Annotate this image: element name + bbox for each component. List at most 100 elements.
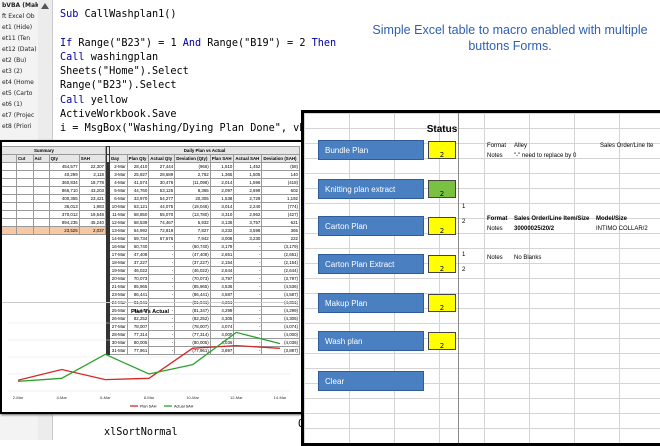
table-cell: 44,760 xyxy=(126,186,150,195)
table-cell: 11-Mar xyxy=(109,210,128,219)
table-cell xyxy=(32,202,50,211)
code-line[interactable]: Sub CallWashplan1() xyxy=(60,8,440,22)
table-cell: 2,644 xyxy=(209,266,235,275)
note-text: "-" need to replace by 0 xyxy=(514,153,577,159)
table-cell: 22,307 xyxy=(78,162,107,171)
status-header: Status xyxy=(426,124,458,135)
summary-title: Summary xyxy=(2,146,106,155)
code-line[interactable]: Call yellow xyxy=(60,94,440,108)
macro-button-wash-plan[interactable]: Wash plan xyxy=(318,331,424,351)
daily-header: Actual SAH xyxy=(233,154,263,163)
project-item[interactable]: et6 (1) xyxy=(0,99,38,110)
x-tick-label: 2-Mar xyxy=(13,395,24,400)
table-cell xyxy=(32,162,50,171)
daily-header: Plan Qty xyxy=(126,154,150,163)
sales-order-header: Sales Order/Line Item/Size xyxy=(514,216,590,222)
table-cell: 68,850 xyxy=(126,210,150,219)
table-cell: (2,644) xyxy=(261,266,300,275)
project-item[interactable]: et3 (2) xyxy=(0,66,38,77)
table-cell: 70,073 xyxy=(126,274,150,283)
sheet-grid xyxy=(304,113,660,443)
table-cell xyxy=(16,210,34,219)
table-cell: 3,797 xyxy=(209,274,235,283)
macro-button-makup-plan[interactable]: Makup Plan xyxy=(318,293,424,313)
table-cell: 3,598 xyxy=(233,226,263,235)
table-cell: 866,710 xyxy=(48,186,80,195)
table-cell: 3,232 xyxy=(209,226,235,235)
format-label: Format xyxy=(487,143,507,149)
x-tick-label: 8-Mar xyxy=(144,395,155,400)
table-cell: 3,310 xyxy=(209,210,235,219)
table-cell: 41,574 xyxy=(126,178,150,187)
project-item[interactable]: et2 (Bu) xyxy=(0,55,38,66)
table-cell: - xyxy=(233,258,263,267)
table-cell: 14-Mar xyxy=(109,234,128,243)
table-row: 4-Mar 41,574 30,476 (11,098) 2,014 1,596 (418) xyxy=(105,178,300,187)
table-cell: - xyxy=(148,266,176,275)
plan-vs-actual-chart[interactable]: Plan Vs Actual 2-Mar 4-Mar 6-Mar 8-Mar 10-Mar… xyxy=(2,302,298,411)
macro-button-carton-plan[interactable]: Carton Plan xyxy=(318,216,424,236)
table-cell: 1,365 xyxy=(209,170,235,179)
project-item[interactable]: bVBA (Make xyxy=(0,0,38,11)
table-cell xyxy=(2,218,18,227)
table-cell: 1,452 xyxy=(233,162,263,171)
summary-header: Act xyxy=(32,154,50,163)
row-number: 1 xyxy=(462,204,466,210)
summary-header: Cut xyxy=(16,154,34,163)
macro-button-carton-plan-extract[interactable]: Carton Plan Extract xyxy=(318,254,424,274)
project-item[interactable]: et11 (Ten xyxy=(0,33,38,44)
daily-header: Day xyxy=(109,154,128,163)
format-label: Format xyxy=(487,216,508,222)
table-cell xyxy=(16,202,34,211)
table-cell: (86,441) xyxy=(174,290,211,299)
table-cell: (427) xyxy=(261,210,300,219)
macro-button-clear[interactable]: Clear xyxy=(318,371,424,391)
table-cell xyxy=(2,186,18,195)
table-cell xyxy=(32,210,50,219)
no-blanks-text: No Blanks xyxy=(514,255,542,261)
project-item[interactable]: et1 (Hide) xyxy=(0,22,38,33)
macro-button-bundle-plan[interactable]: Bundle Plan xyxy=(318,140,424,160)
status-cell: 2 xyxy=(428,294,456,312)
table-cell: 25,927 xyxy=(126,170,150,179)
project-item[interactable]: et7 (Projec xyxy=(0,110,38,121)
column-divider xyxy=(458,113,459,443)
alley-label: Alley xyxy=(514,143,528,149)
project-item[interactable]: et5 (Carto xyxy=(0,88,38,99)
table-cell: (13,780) xyxy=(174,210,211,219)
table-row: Deviation 23,5252,037 xyxy=(2,226,107,235)
table-cell: 74,467 xyxy=(148,218,176,227)
report-window: SummaryCutActQtySAH Plan 454,57722,30740,2… xyxy=(0,140,304,414)
table-cell: 2-Mar xyxy=(109,162,128,171)
table-cell: 85,965 xyxy=(126,282,150,291)
table-row: 16-Mar 60,740- (60,740) 3,179- (3,179) xyxy=(105,242,300,251)
table-cell: (4,587) xyxy=(261,290,300,299)
table-cell: 6-Mar xyxy=(109,194,128,203)
table-cell: 64,992 xyxy=(126,226,150,235)
code-line[interactable]: Range("B23").Select xyxy=(60,79,440,93)
table-cell: 222 xyxy=(261,234,300,243)
project-item[interactable]: et12 (Data) xyxy=(0,44,38,55)
table-cell: (19,046) xyxy=(174,202,211,211)
scroll-up-icon[interactable] xyxy=(41,3,49,9)
table-cell: - xyxy=(233,282,263,291)
table-cell: 1,538 xyxy=(209,194,235,203)
table-row: 17-Mar 47,408- (47,408) 2,651- (2,651) xyxy=(105,250,300,259)
table-cell: 19-Mar xyxy=(109,266,128,275)
table-cell: - xyxy=(148,274,176,283)
project-item[interactable]: et8 (Priori xyxy=(0,121,38,132)
table-cell: 3,014 xyxy=(209,202,235,211)
code-line[interactable]: Sheets("Home").Select xyxy=(60,65,440,79)
table-cell: 2,962 xyxy=(233,210,263,219)
table-cell: 2,729 xyxy=(233,194,263,203)
project-item[interactable]: et4 (Home xyxy=(0,77,38,88)
table-cell: - xyxy=(148,258,176,267)
table-cell: 20-Mar xyxy=(109,274,128,283)
macro-button-knitting-plan-extract[interactable]: Knitting plan extract xyxy=(318,179,424,199)
project-item[interactable]: ft Excel Ob xyxy=(0,11,38,22)
table-cell: 10-Mar xyxy=(109,202,128,211)
table-cell: - xyxy=(148,282,176,291)
table-cell: 53,125 xyxy=(148,186,176,195)
legend-label: Plan SAH xyxy=(140,405,157,409)
table-cell: 16-Mar xyxy=(109,242,128,251)
